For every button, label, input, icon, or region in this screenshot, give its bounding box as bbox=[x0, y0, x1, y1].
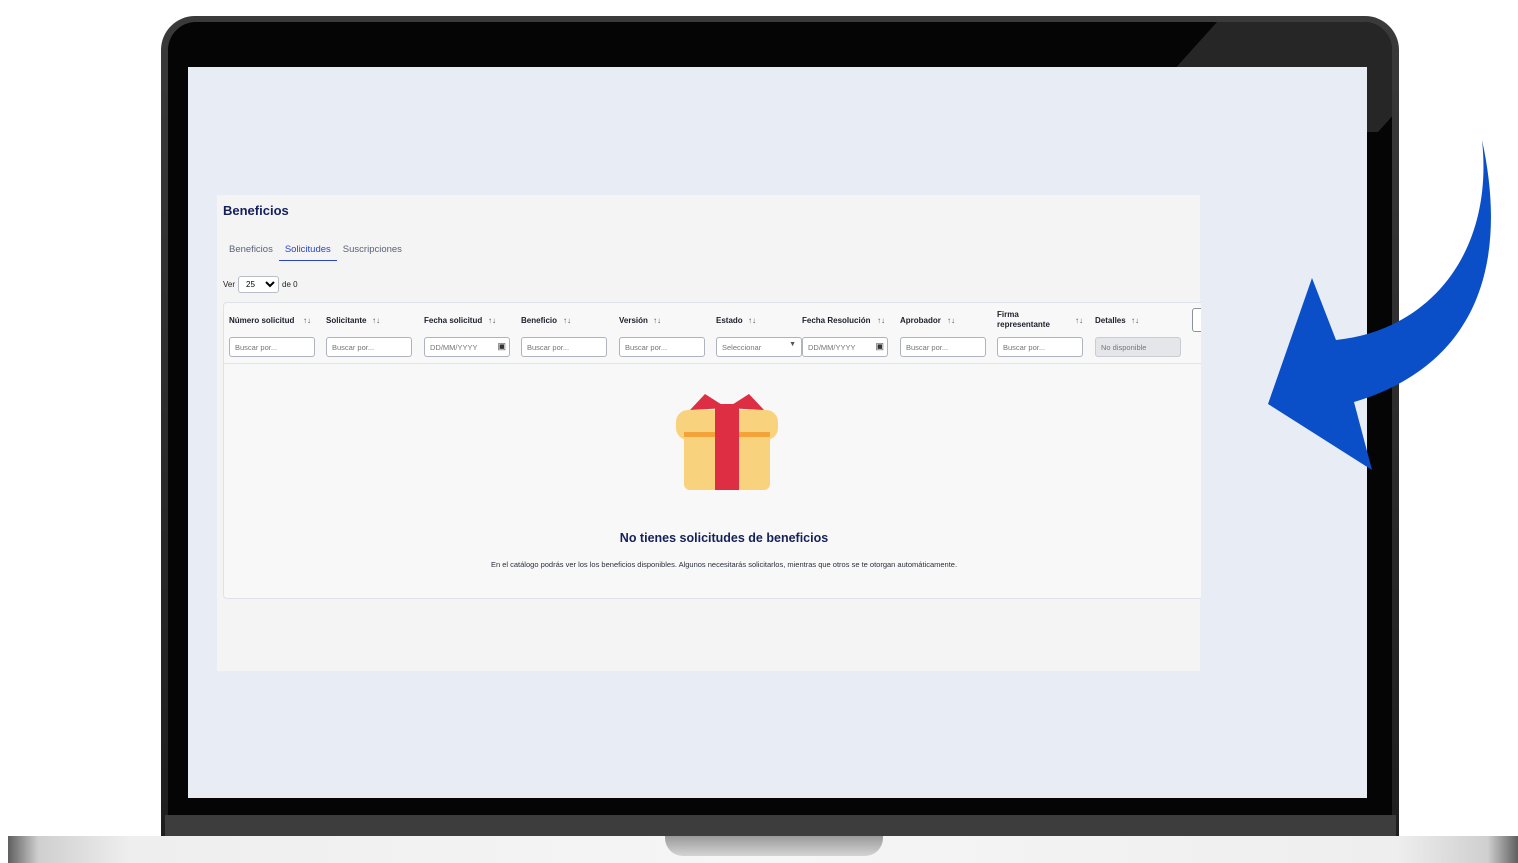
calendar-icon[interactable]: ▣ bbox=[497, 341, 506, 352]
pager-prefix: Ver bbox=[223, 280, 236, 289]
page-title: Beneficios bbox=[223, 203, 289, 218]
column-label: Número solicitud bbox=[229, 316, 295, 325]
empty-state-text: En el catálogo podrás ver los los benefi… bbox=[490, 560, 958, 569]
sort-icon[interactable]: ↑↓ bbox=[1075, 316, 1083, 325]
column-version: Versión ↑↓ bbox=[619, 303, 707, 363]
sort-icon[interactable]: ↑↓ bbox=[1131, 316, 1139, 325]
sort-icon[interactable]: ↑↓ bbox=[488, 316, 496, 325]
sort-icon[interactable]: ↑↓ bbox=[748, 316, 756, 325]
gift-icon bbox=[676, 394, 778, 490]
column-label: Detalles bbox=[1095, 316, 1126, 325]
tab-bar: Beneficios Solicitudes Suscripciones bbox=[223, 244, 408, 261]
column-label: Versión bbox=[619, 316, 648, 325]
laptop-chin bbox=[165, 815, 1396, 837]
detalles-filter bbox=[1095, 337, 1181, 357]
pager-total: de 0 bbox=[282, 280, 298, 289]
column-label: Firma representante bbox=[997, 310, 1050, 329]
version-filter[interactable] bbox=[619, 337, 705, 357]
calendar-icon[interactable]: ▣ bbox=[875, 341, 884, 352]
tab-solicitudes[interactable]: Solicitudes bbox=[278, 244, 337, 261]
aprobador-filter[interactable] bbox=[900, 337, 986, 357]
laptop-notch bbox=[665, 836, 883, 856]
column-label: Aprobador bbox=[900, 316, 941, 325]
requests-table: Número solicitud ↑↓ Solicitante ↑↓ Fecha… bbox=[223, 302, 1201, 599]
sort-icon[interactable]: ↑↓ bbox=[303, 316, 311, 325]
sort-icon[interactable]: ↑↓ bbox=[877, 316, 885, 325]
column-solicitante: Solicitante ↑↓ bbox=[326, 303, 414, 363]
sort-icon[interactable]: ↑↓ bbox=[947, 316, 955, 325]
column-aprobador: Aprobador ↑↓ bbox=[900, 303, 988, 363]
page-size-select[interactable]: 25 bbox=[238, 276, 280, 293]
column-detalles: Detalles ↑↓ bbox=[1095, 303, 1183, 363]
column-fecha-solicitud: Fecha solicitud ↑↓ ▣ bbox=[424, 303, 512, 363]
page-size-control: Ver 25 de 0 bbox=[223, 276, 298, 293]
column-label: Fecha Resolución bbox=[802, 316, 871, 325]
pointer-arrow-icon bbox=[1268, 140, 1491, 470]
column-options-button[interactable] bbox=[1192, 308, 1201, 332]
column-beneficio: Beneficio ↑↓ bbox=[521, 303, 609, 363]
tab-suscripciones[interactable]: Suscripciones bbox=[337, 244, 408, 261]
tab-beneficios[interactable]: Beneficios bbox=[223, 244, 279, 261]
numero-solicitud-filter[interactable] bbox=[229, 337, 315, 357]
column-firma-representante: Firma representante ↑↓ bbox=[997, 303, 1085, 363]
column-estado: Estado ↑↓ ▼ bbox=[716, 303, 804, 363]
firma-representante-filter[interactable] bbox=[997, 337, 1083, 357]
column-label: Estado bbox=[716, 316, 743, 325]
benefits-panel: Beneficios Beneficios Solicitudes Suscri… bbox=[217, 195, 1201, 671]
laptop-screen: Beneficios Beneficios Solicitudes Suscri… bbox=[188, 67, 1367, 798]
column-label: Fecha solicitud bbox=[424, 316, 483, 325]
sort-icon[interactable]: ↑↓ bbox=[653, 316, 661, 325]
column-label: Solicitante bbox=[326, 316, 367, 325]
sort-icon[interactable]: ↑↓ bbox=[563, 316, 571, 325]
column-label: Beneficio bbox=[521, 316, 558, 325]
column-fecha-resolucion: Fecha Resolución ↑↓ ▣ bbox=[802, 303, 890, 363]
sort-icon[interactable]: ↑↓ bbox=[372, 316, 380, 325]
column-numero-solicitud: Número solicitud ↑↓ bbox=[229, 303, 317, 363]
chevron-down-icon[interactable]: ▼ bbox=[789, 341, 796, 348]
empty-state-title: No tienes solicitudes de beneficios bbox=[619, 531, 829, 545]
solicitante-filter[interactable] bbox=[326, 337, 412, 357]
beneficio-filter[interactable] bbox=[521, 337, 607, 357]
empty-state: No tienes solicitudes de beneficios En e… bbox=[224, 364, 1201, 597]
table-header: Número solicitud ↑↓ Solicitante ↑↓ Fecha… bbox=[224, 303, 1201, 364]
